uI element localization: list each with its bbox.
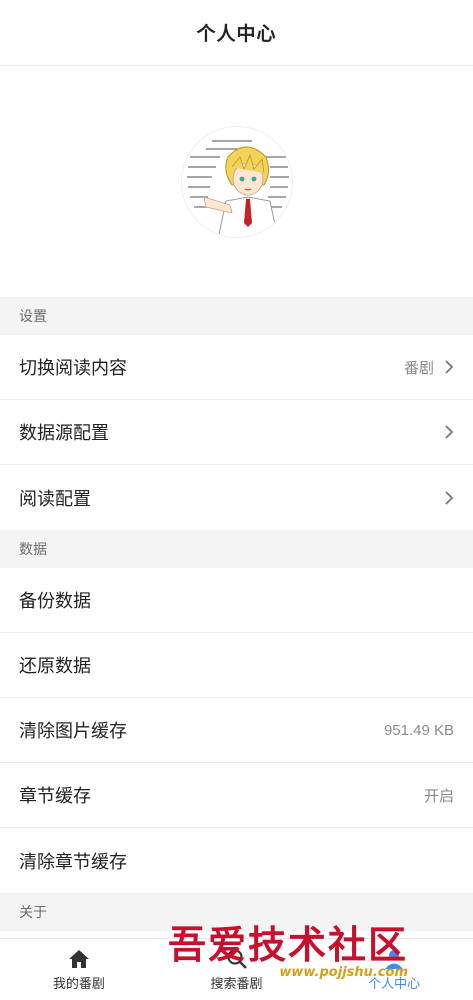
avatar[interactable] — [180, 125, 293, 238]
chevron-right-icon — [444, 490, 454, 505]
row-label: 清除章节缓存 — [19, 851, 127, 872]
row-restore-data[interactable]: 还原数据 — [0, 633, 473, 698]
section-title: 设置 — [19, 308, 47, 324]
row-label: 切换阅读内容 — [19, 358, 127, 378]
avatar-illustration — [181, 126, 292, 237]
section-title: 关于 — [19, 904, 47, 920]
chapter-cache-status: 开启 — [423, 787, 454, 805]
row-value: 番剧 — [403, 359, 434, 377]
row-label: 备份数据 — [19, 591, 91, 611]
row-label: 阅读配置 — [19, 488, 91, 509]
row-switch-reading-content[interactable]: 切换阅读内容 番剧 — [0, 335, 473, 400]
row-label: 章节缓存 — [19, 786, 91, 806]
tab-label: 我的番剧 — [52, 975, 105, 991]
chevron-right-icon — [444, 425, 454, 439]
cache-size-value: 951.49 KB — [383, 721, 454, 739]
row-label: 清除图片缓存 — [19, 721, 127, 741]
settings-list: 设置 切换阅读内容 番剧 数据源配置 阅读配置 数据 备份数据 还原数据 清除图… — [0, 297, 473, 931]
app-header: 个人中心 — [0, 0, 473, 66]
row-backup-data[interactable]: 备份数据 — [0, 568, 473, 633]
avatar-area — [0, 66, 473, 297]
user-icon — [383, 948, 405, 970]
row-chapter-cache[interactable]: 章节缓存 开启 — [0, 763, 473, 828]
row-clear-chapter-cache[interactable]: 清除章节缓存 — [0, 828, 473, 893]
page-title: 个人中心 — [196, 24, 277, 45]
chevron-right-icon — [444, 360, 454, 374]
section-title: 数据 — [19, 541, 47, 557]
tab-search-anime[interactable]: 搜索番剧 — [158, 939, 316, 1000]
row-data-source-config[interactable]: 数据源配置 — [0, 400, 473, 465]
tab-label: 个人中心 — [368, 975, 421, 991]
section-header-data: 数据 — [0, 530, 473, 568]
tab-profile[interactable]: 个人中心 — [315, 939, 473, 1000]
tab-label: 搜索番剧 — [210, 975, 263, 991]
row-reading-config[interactable]: 阅读配置 — [0, 465, 473, 530]
tab-my-anime[interactable]: 我的番剧 — [0, 939, 158, 1000]
section-header-about: 关于 — [0, 893, 473, 931]
row-label: 数据源配置 — [19, 423, 109, 443]
home-icon — [67, 948, 91, 970]
row-label: 还原数据 — [19, 656, 91, 676]
section-header-settings: 设置 — [0, 297, 473, 335]
bottom-tab-bar: 我的番剧 搜索番剧 个人中心 — [0, 938, 473, 1000]
row-clear-image-cache[interactable]: 清除图片缓存 951.49 KB — [0, 698, 473, 763]
search-icon — [226, 948, 248, 970]
